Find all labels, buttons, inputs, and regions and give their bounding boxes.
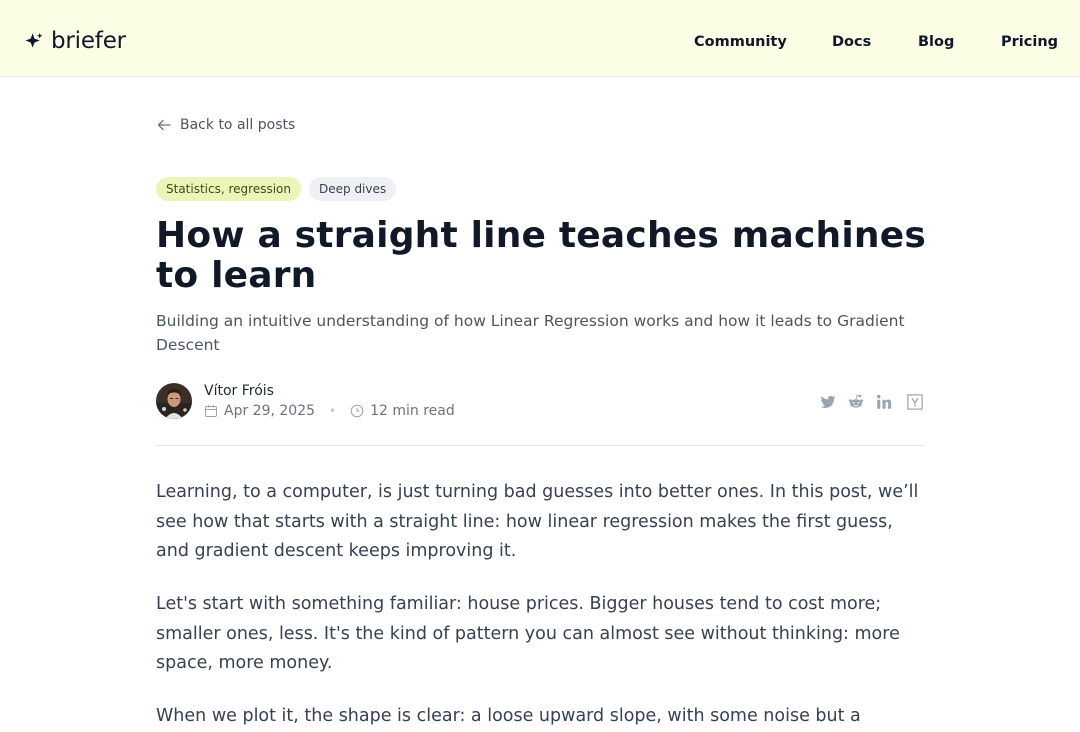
article-title: How a straight line teaches machines to …: [156, 215, 926, 296]
share-twitter-button[interactable]: [819, 393, 837, 411]
post-meta: Apr 29, 2025 • 12 min read: [204, 403, 455, 419]
article-subtitle: Building an intuitive understanding of h…: [156, 312, 905, 354]
share-hacker-news-button[interactable]: [906, 393, 924, 411]
author-row: Vítor Fróis Apr 29, 2025 • 12 min read: [156, 383, 924, 419]
top-navigation-bar: briefer Community Docs Blog Pricing: [0, 0, 1080, 77]
article-paragraph: Learning, to a computer, is just turning…: [156, 482, 919, 561]
header-divider: [156, 445, 924, 446]
author-name: Vítor Fróis: [204, 383, 274, 399]
read-time: 12 min read: [370, 403, 455, 419]
calendar-icon: [205, 405, 217, 417]
linkedin-icon: [877, 394, 892, 409]
tag-list: Statistics, regression Deep dives: [156, 177, 397, 201]
tag-deep-dives[interactable]: Deep dives: [309, 177, 397, 201]
nav-docs[interactable]: Docs: [832, 32, 871, 52]
logo-text: briefer: [51, 28, 126, 54]
reddit-icon: [848, 394, 864, 408]
hacker-news-icon: [907, 394, 923, 410]
article-paragraph: When we plot it, the shape is clear: a l…: [156, 706, 861, 726]
nav-blog[interactable]: Blog: [918, 32, 954, 52]
article-paragraph: Let's start with something familiar: hou…: [156, 594, 900, 673]
meta-separator: •: [329, 404, 337, 418]
post-date: Apr 29, 2025: [224, 403, 316, 419]
twitter-icon: [820, 395, 836, 408]
clock-icon: [350, 404, 364, 418]
share-reddit-button[interactable]: [847, 393, 865, 411]
nav-pricing[interactable]: Pricing: [1001, 32, 1058, 52]
nav-community[interactable]: Community: [694, 32, 787, 52]
avatar: [156, 383, 192, 419]
arrow-left-icon: [157, 119, 171, 131]
back-to-posts-link[interactable]: Back to all posts: [156, 117, 295, 133]
tag-statistics-regression[interactable]: Statistics, regression: [156, 177, 301, 201]
sparkle-icon: [25, 32, 43, 48]
share-linkedin-button[interactable]: [875, 393, 893, 411]
back-link-label: Back to all posts: [180, 117, 296, 133]
briefer-logo[interactable]: briefer: [25, 26, 126, 56]
